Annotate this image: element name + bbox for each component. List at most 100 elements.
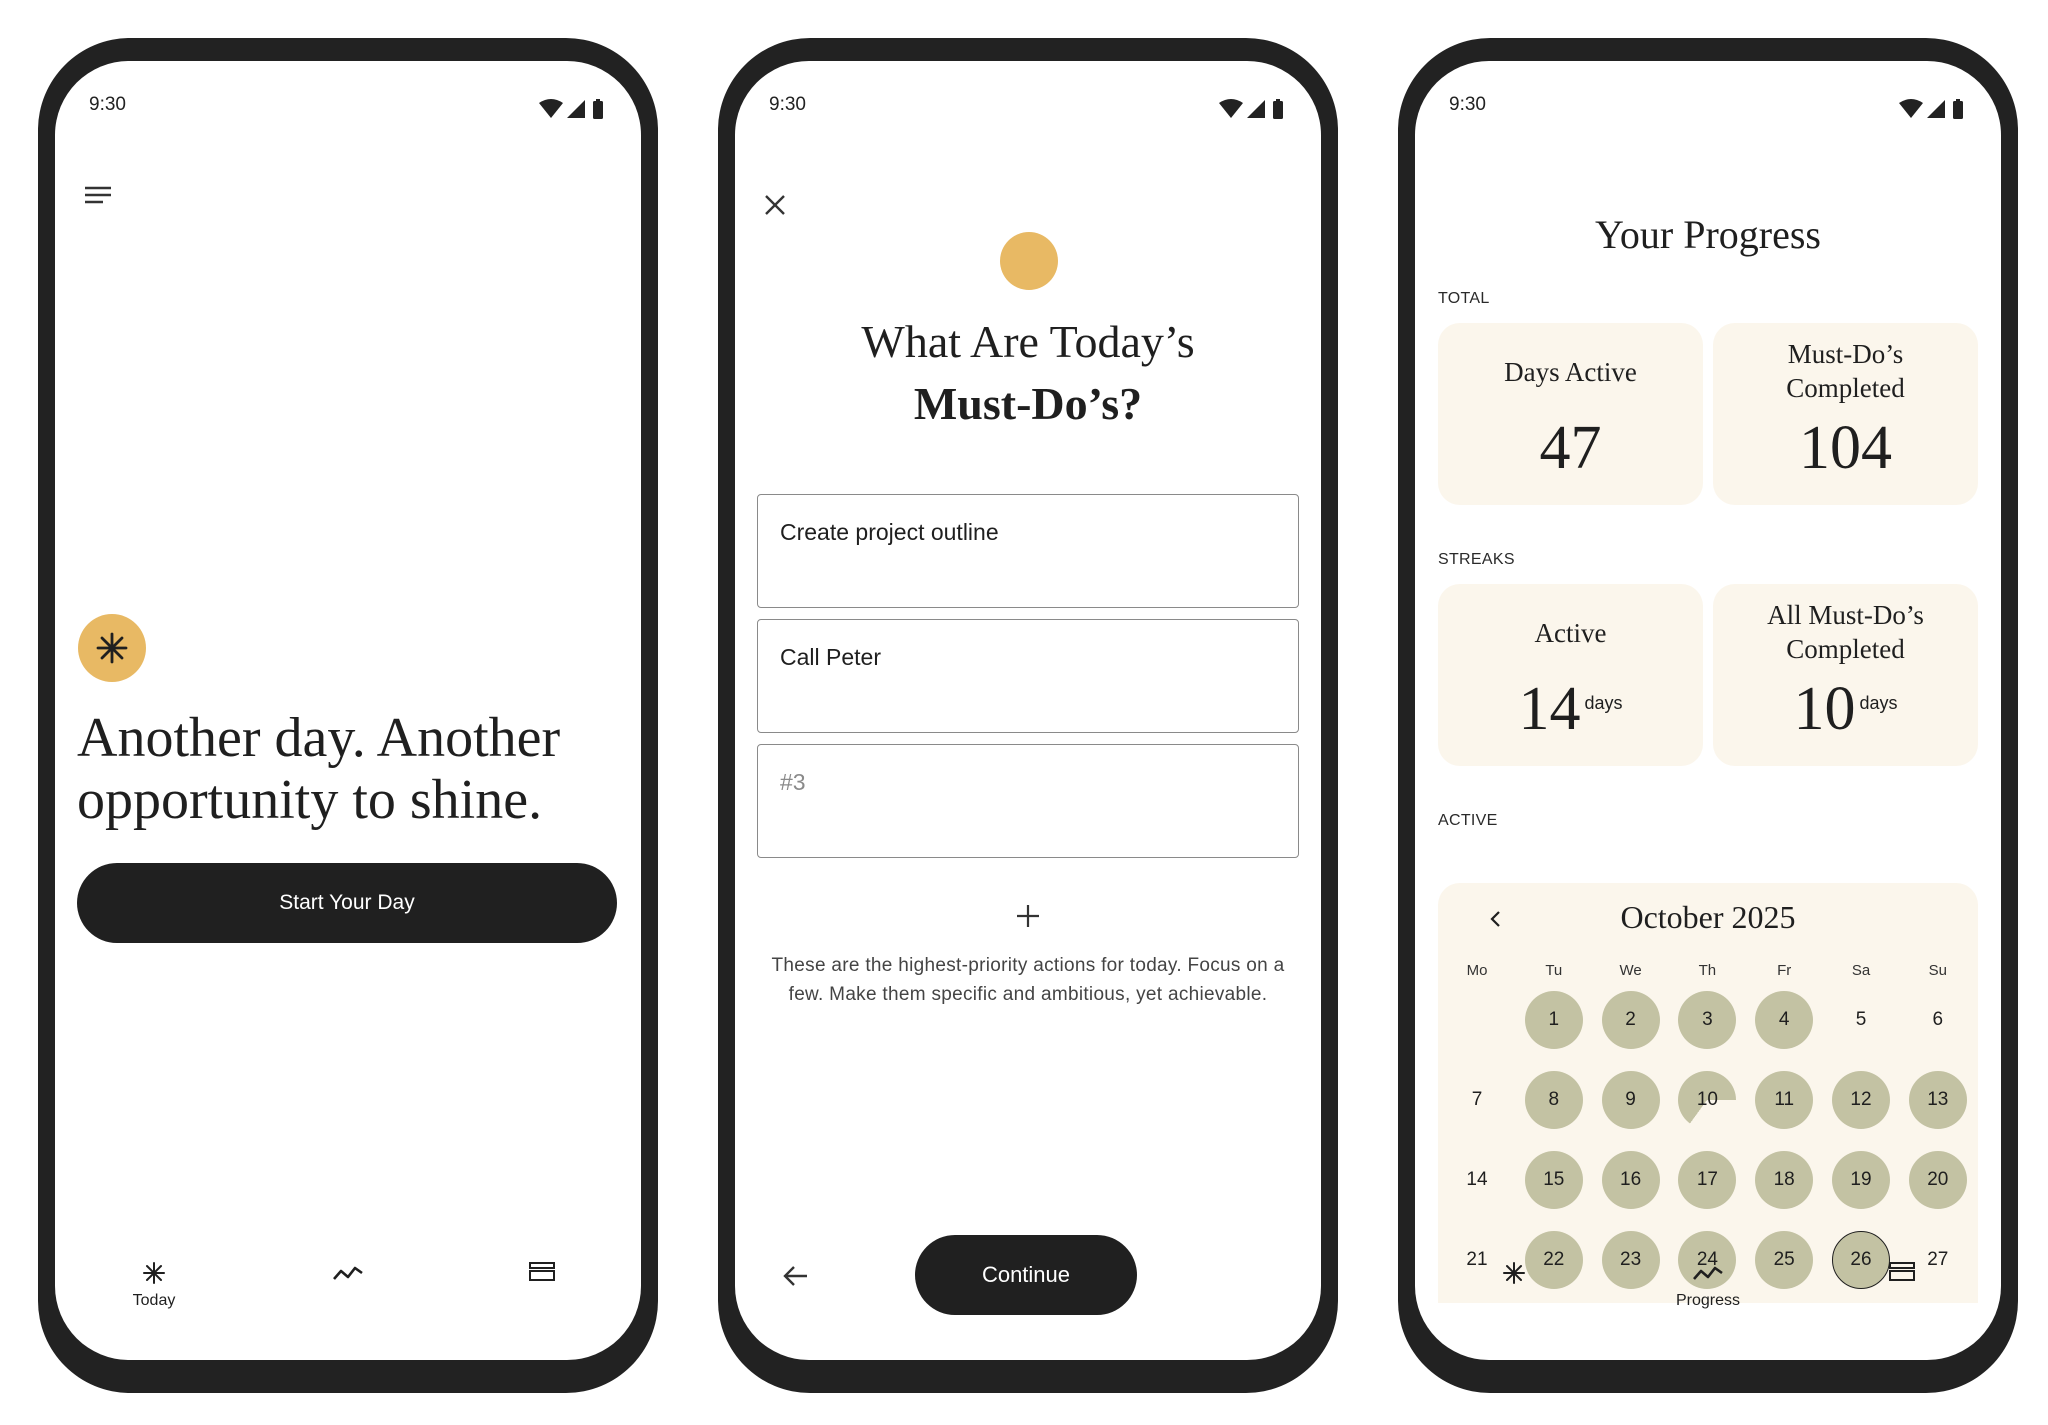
nav-progress-label: Progress [1675, 1292, 1741, 1309]
calendar-day[interactable]: 14 [1448, 1151, 1506, 1209]
calendar-day[interactable]: 16 [1601, 1151, 1660, 1209]
title-line2: Must-Do’s? [913, 378, 1143, 429]
phone-progress-screen: 9:30 Your Progress TOTAL Days Active 47 … [1398, 38, 2018, 1393]
calendar-day[interactable]: 9 [1601, 1071, 1660, 1129]
status-bar: 9:30 [55, 94, 641, 124]
card-unit: days [1584, 693, 1623, 713]
card-value: 47 [1539, 414, 1602, 482]
status-time: 9:30 [89, 94, 126, 115]
calendar-day[interactable]: 20 [1908, 1151, 1967, 1209]
calendar-day[interactable]: 3 [1678, 991, 1737, 1049]
nav-today-label: Today [132, 1292, 176, 1309]
screen: 9:30 Another day. Another opportunity to… [55, 61, 641, 1360]
start-your-day-button[interactable]: Start Your Day [77, 863, 617, 943]
weekday-label: We [1619, 962, 1642, 979]
signal-icon [567, 100, 585, 118]
bottom-nav: Today [55, 1246, 641, 1336]
calendar-day[interactable]: 13 [1908, 1071, 1967, 1129]
phone-today-screen: 9:30 Another day. Another opportunity to… [38, 38, 658, 1393]
weekday-label: Sa [1851, 962, 1871, 979]
calendar-day[interactable]: 5 [1832, 991, 1890, 1049]
status-bar: 9:30 [1415, 94, 2001, 124]
calendar-day[interactable]: 1 [1524, 991, 1583, 1049]
calendar-month: October 2025 [1620, 899, 1796, 935]
trend-icon [333, 1266, 363, 1280]
calendar-day[interactable]: 19 [1832, 1151, 1890, 1209]
status-icons [1899, 99, 1963, 119]
section-active: ACTIVE [1438, 812, 1498, 829]
page-title: What Are Today’s Must-Do’s? [735, 311, 1321, 435]
helper-text: These are the highest-priority actions f… [771, 955, 1285, 1005]
must-do-input-3[interactable]: #3 [757, 744, 1299, 858]
status-time: 9:30 [769, 94, 806, 115]
card-value-wrap: 14 days [1438, 674, 1703, 745]
title-line1: What Are Today’s [861, 316, 1195, 367]
calendar-day[interactable]: 12 [1832, 1071, 1890, 1129]
card-unit: days [1859, 693, 1898, 713]
archive-icon [1889, 1262, 1915, 1281]
calendar-day[interactable]: 7 [1448, 1071, 1506, 1129]
calendar-day[interactable]: 2 [1601, 991, 1660, 1049]
card-value: 104 [1799, 414, 1892, 482]
card-title: Days Active [1504, 357, 1637, 387]
card-must-dos-completed: Must-Do’s Completed 104 [1713, 323, 1978, 505]
must-do-input-2[interactable]: Call Peter [757, 619, 1299, 733]
sparkle-icon [1503, 1262, 1525, 1284]
signal-icon [1247, 100, 1265, 118]
signal-icon [1927, 100, 1945, 118]
calendar-day[interactable]: 8 [1524, 1071, 1583, 1129]
sparkle-badge [78, 614, 146, 682]
continue-button[interactable]: Continue [915, 1235, 1137, 1315]
weekday-label: Tu [1545, 962, 1563, 979]
bottom-nav: Progress [1415, 1246, 2001, 1336]
calendar-day[interactable]: 17 [1678, 1151, 1737, 1209]
card-value-wrap: 10 days [1713, 674, 1978, 745]
card-active-streak: Active 14 days [1438, 584, 1703, 766]
section-total: TOTAL [1438, 290, 1490, 307]
weekday-label: Mo [1466, 962, 1488, 979]
screen: 9:30 Your Progress TOTAL Days Active 47 … [1415, 61, 2001, 1360]
headline: Another day. Another opportunity to shin… [77, 707, 561, 831]
activity-calendar: October 2025 Mo Tu We Th Fr Sa Su 1 2 3 4 5 6 7 8 9 10 11… [1438, 883, 1978, 1303]
calendar-day[interactable]: 11 [1755, 1071, 1814, 1129]
card-title: All Must-Do’s Completed [1767, 600, 1924, 664]
nav-archive[interactable] [1842, 1246, 1962, 1326]
archive-icon [529, 1262, 555, 1281]
sun-dot [1000, 232, 1058, 290]
sparkle-icon [96, 632, 128, 664]
arrow-left-icon[interactable] [779, 1259, 813, 1293]
battery-icon [593, 101, 603, 119]
card-value: 14 [1518, 675, 1581, 743]
must-do-input-1[interactable]: Create project outline [757, 494, 1299, 608]
section-streaks: STREAKS [1438, 551, 1515, 568]
calendar-day[interactable]: 18 [1755, 1151, 1814, 1209]
close-icon[interactable] [759, 189, 791, 221]
status-icons [539, 99, 603, 119]
weekday-label: Su [1928, 962, 1947, 979]
weekday-label: Th [1698, 962, 1717, 979]
status-time: 9:30 [1449, 94, 1486, 115]
trend-icon [1693, 1266, 1723, 1280]
calendar-day[interactable]: 4 [1755, 991, 1814, 1049]
card-value: 10 [1793, 675, 1856, 743]
wifi-icon [1899, 99, 1923, 118]
calendar-day[interactable]: 6 [1909, 991, 1967, 1049]
card-all-completed-streak: All Must-Do’s Completed 10 days [1713, 584, 1978, 766]
nav-progress[interactable]: Progress [1648, 1246, 1768, 1326]
menu-icon[interactable] [81, 179, 115, 213]
card-days-active: Days Active 47 [1438, 323, 1703, 505]
status-bar: 9:30 [735, 94, 1321, 124]
plus-icon[interactable] [1011, 899, 1045, 933]
weekday-label: Fr [1777, 962, 1792, 979]
calendar-day[interactable]: 15 [1524, 1151, 1583, 1209]
nav-archive[interactable] [482, 1246, 602, 1326]
wifi-icon [1219, 99, 1243, 118]
page-title: Your Progress [1595, 212, 1821, 257]
calendar-day[interactable]: 10 [1678, 1071, 1737, 1129]
nav-today[interactable]: Today [94, 1246, 214, 1326]
nav-progress[interactable] [288, 1246, 408, 1326]
screen: 9:30 What Are Today’s Must-Do’s? Create … [735, 61, 1321, 1360]
nav-today[interactable] [1454, 1246, 1574, 1326]
status-icons [1219, 99, 1283, 119]
sparkle-icon [143, 1262, 165, 1284]
